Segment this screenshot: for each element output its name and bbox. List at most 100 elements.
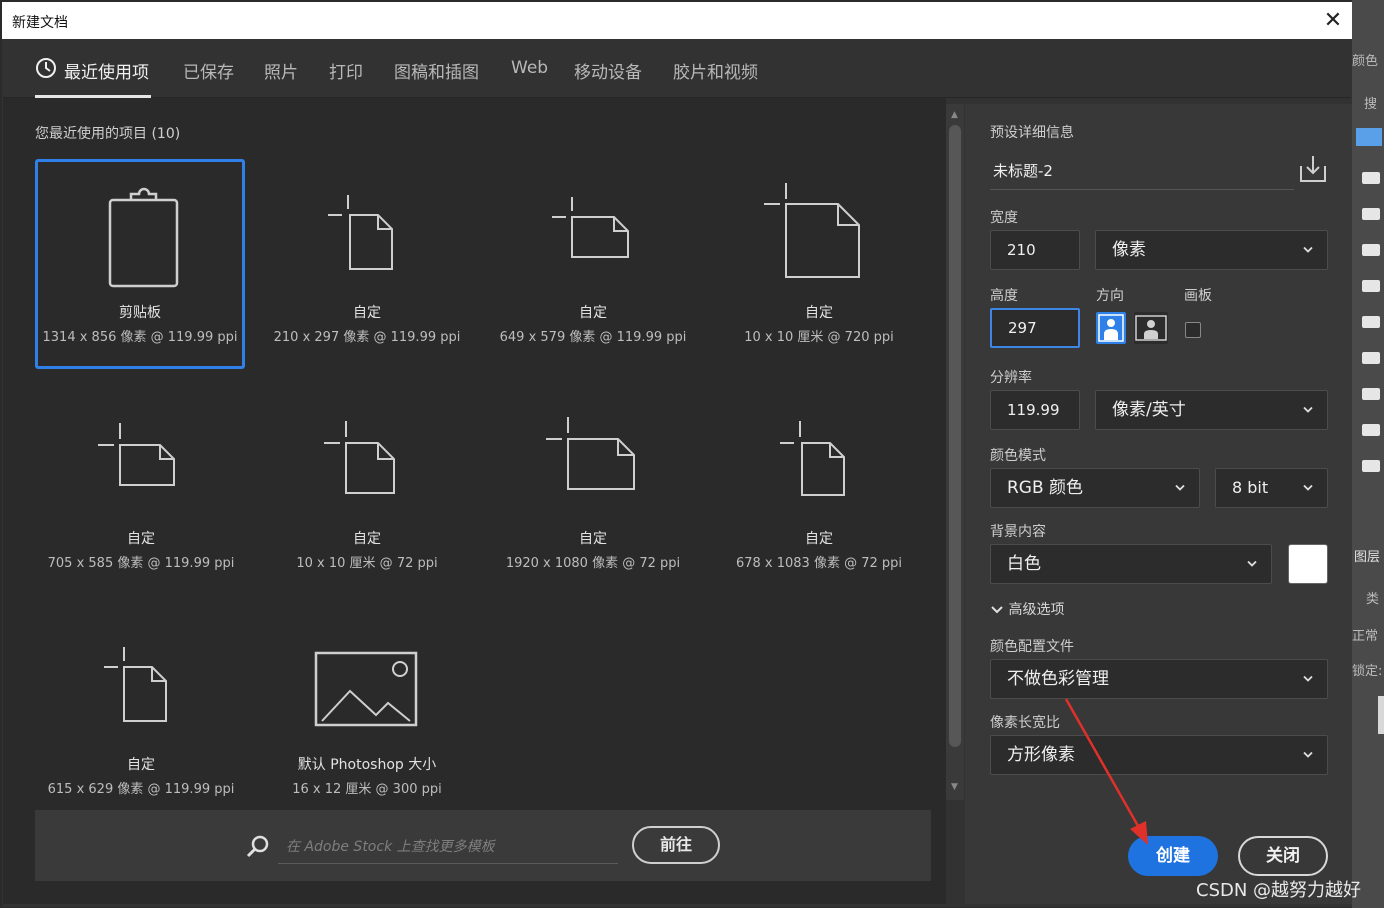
scroll-down-icon[interactable]: ▼ (951, 782, 958, 792)
preset-card-photoshop-default[interactable]: 默认 Photoshop 大小 16 x 12 厘米 @ 300 ppi (262, 611, 472, 821)
chevron-down-icon (1303, 751, 1313, 758)
resolution-unit-select[interactable]: 像素/英寸 (1095, 390, 1328, 430)
save-preset-icon[interactable] (1298, 154, 1328, 184)
background-value: 白色 (1007, 554, 1041, 574)
scroll-up-icon[interactable]: ▲ (951, 110, 958, 120)
preset-meta: 705 x 585 像素 @ 119.99 ppi (47, 556, 235, 571)
close-button[interactable]: 关闭 (1238, 836, 1328, 876)
resolution-input[interactable]: 119.99 (990, 390, 1080, 430)
orientation-label: 方向 (1096, 288, 1124, 304)
preset-name: 默认 Photoshop 大小 (297, 757, 437, 773)
preset-card-custom[interactable]: 自定 1920 x 1080 像素 @ 72 ppi (488, 385, 698, 595)
tab-film-video[interactable]: 胶片和视频 (673, 58, 758, 83)
resolution-label: 分辨率 (990, 370, 1032, 386)
advanced-options-toggle[interactable]: 高级选项 (990, 599, 1064, 619)
resolution-unit-value: 像素/英寸 (1112, 400, 1186, 420)
color-mode-select[interactable]: RGB 颜色 (990, 468, 1200, 508)
dialog-title: 新建文档 (12, 15, 68, 31)
image-icon (314, 651, 418, 727)
background-select[interactable]: 白色 (990, 544, 1272, 584)
chevron-down-icon (1303, 246, 1313, 253)
preset-meta: 615 x 629 像素 @ 119.99 ppi (47, 782, 235, 797)
tall-doc-icon (780, 421, 845, 496)
color-mode-value: RGB 颜色 (1007, 478, 1084, 498)
tab-recent[interactable]: 最近使用项 (64, 58, 149, 83)
tab-web[interactable]: Web (511, 58, 548, 78)
portrait-doc-icon (328, 195, 393, 270)
background-color-swatch[interactable] (1288, 544, 1328, 584)
pixel-aspect-label: 像素长宽比 (990, 715, 1060, 731)
folder-icon (1362, 244, 1380, 256)
width-input[interactable]: 210 (990, 230, 1080, 270)
chevron-down-icon (991, 606, 1003, 614)
height-input[interactable]: 297 (990, 308, 1080, 348)
preset-meta: 649 x 579 像素 @ 119.99 ppi (499, 330, 687, 345)
recent-count: (10) (151, 126, 181, 142)
close-icon[interactable]: ✕ (1318, 6, 1348, 36)
preset-card-custom[interactable]: 自定 615 x 629 像素 @ 119.99 ppi (36, 611, 246, 821)
artboard-checkbox[interactable] (1185, 322, 1201, 338)
clock-icon (35, 57, 57, 79)
preset-name: 剪贴板 (119, 305, 161, 321)
layer-thumbnail (1378, 696, 1384, 734)
tab-art-illustration[interactable]: 图稿和插图 (394, 58, 479, 83)
width-label: 宽度 (990, 210, 1018, 226)
clipboard-icon (108, 187, 179, 288)
stock-search-input[interactable]: 在 Adobe Stock 上查找更多模板 (278, 832, 618, 864)
panel-label-color: 颜色 (1352, 54, 1379, 69)
chevron-down-icon (1303, 675, 1313, 682)
watermark: CSDN @越努力越好 (1196, 880, 1362, 901)
color-mode-label: 颜色模式 (990, 448, 1046, 464)
folder-icon (1362, 208, 1380, 220)
bit-depth-select[interactable]: 8 bit (1215, 468, 1328, 508)
person-portrait-icon (1098, 314, 1124, 342)
panel-label-layers: 图层 (1354, 550, 1381, 565)
person-landscape-icon (1135, 315, 1167, 341)
tab-photo[interactable]: 照片 (264, 58, 298, 83)
advanced-options-label: 高级选项 (1008, 602, 1065, 618)
annotation-arrow-icon (1064, 698, 1148, 845)
chevron-down-icon (1303, 484, 1313, 491)
tab-saved[interactable]: 已保存 (183, 58, 234, 83)
preset-name: 自定 (805, 531, 833, 547)
preset-name: 自定 (579, 531, 607, 547)
landscape-orientation-button[interactable] (1134, 312, 1168, 344)
folder-icon (1362, 352, 1380, 364)
preset-meta: 1314 x 856 像素 @ 119.99 ppi (42, 330, 238, 345)
preset-card-custom[interactable]: 自定 10 x 10 厘米 @ 72 ppi (262, 385, 472, 595)
landscape-doc-icon (552, 197, 629, 258)
portrait-doc-icon (324, 421, 395, 494)
chevron-down-icon (1247, 560, 1257, 567)
wide-doc-icon (546, 417, 635, 490)
color-profile-select[interactable]: 不做色彩管理 (990, 659, 1328, 699)
preset-name: 自定 (127, 531, 155, 547)
color-profile-value: 不做色彩管理 (1007, 669, 1109, 689)
tab-mobile[interactable]: 移动设备 (574, 58, 642, 83)
portrait-orientation-button[interactable] (1096, 312, 1126, 344)
color-swatch-icon (1356, 128, 1382, 146)
search-icon (246, 834, 270, 858)
portrait-doc-icon (104, 647, 167, 722)
preset-card-clipboard[interactable]: 剪贴板 1314 x 856 像素 @ 119.99 ppi (35, 159, 245, 369)
width-unit-select[interactable]: 像素 (1095, 230, 1328, 270)
document-name-input[interactable]: 未标题-2 (990, 156, 1294, 190)
scrollbar-thumb[interactable] (949, 125, 961, 747)
preset-card-custom[interactable]: 自定 705 x 585 像素 @ 119.99 ppi (36, 385, 246, 595)
preset-name: 自定 (353, 531, 381, 547)
go-button[interactable]: 前往 (632, 826, 720, 864)
artboard-label: 画板 (1184, 288, 1212, 304)
tab-print[interactable]: 打印 (329, 58, 363, 83)
folder-icon (1362, 316, 1380, 328)
preset-card-custom[interactable]: 自定 210 x 297 像素 @ 119.99 ppi (262, 159, 472, 369)
panel-filter-label: 类 (1366, 592, 1380, 607)
preset-name: 自定 (127, 757, 155, 773)
preset-meta: 1920 x 1080 像素 @ 72 ppi (505, 556, 681, 571)
preset-card-custom[interactable]: 自定 10 x 10 厘米 @ 720 ppi (714, 159, 924, 369)
panel-search-label: 搜 (1364, 97, 1378, 112)
chevron-down-icon (1175, 484, 1185, 491)
preset-card-custom[interactable]: 自定 678 x 1083 像素 @ 72 ppi (714, 385, 924, 595)
square-doc-icon (764, 183, 860, 278)
landscape-doc-icon (98, 423, 175, 486)
recent-title-text: 您最近使用的项目 (35, 126, 147, 142)
preset-card-custom[interactable]: 自定 649 x 579 像素 @ 119.99 ppi (488, 159, 698, 369)
